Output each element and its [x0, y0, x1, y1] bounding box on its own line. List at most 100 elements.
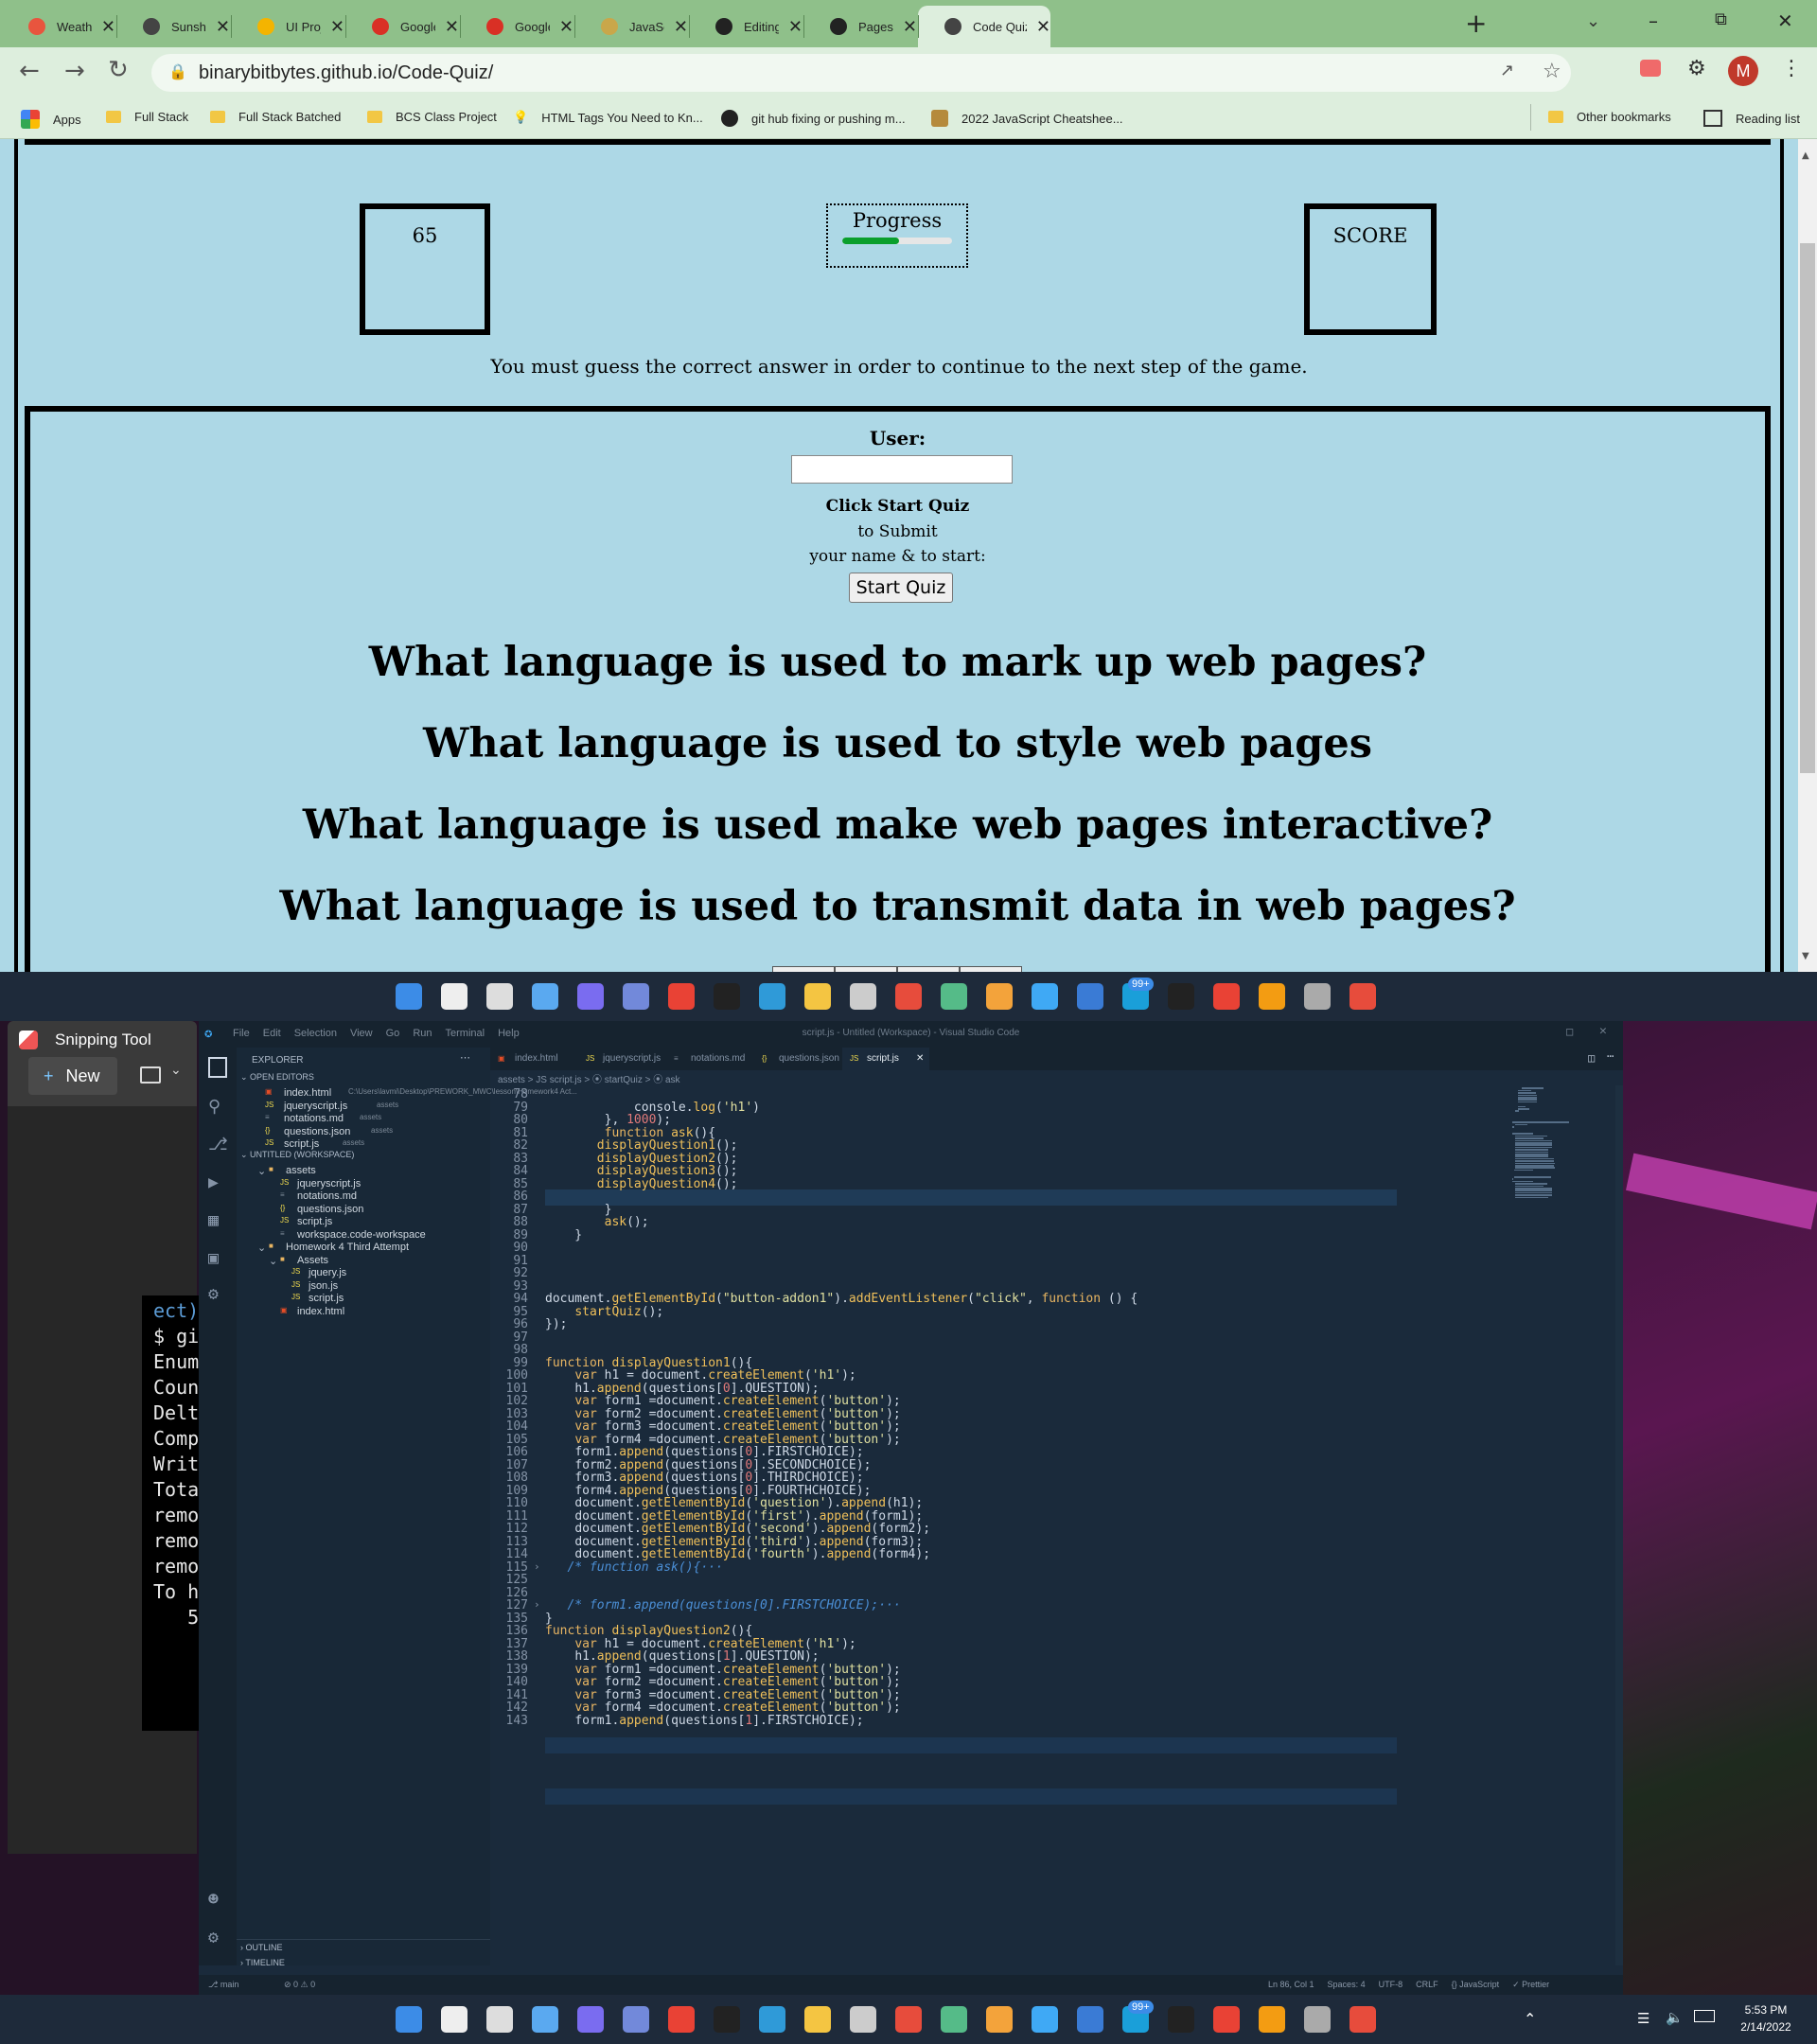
- close-window-icon[interactable]: ✕: [1777, 9, 1793, 32]
- taskbar-app-icon[interactable]: [1213, 2006, 1240, 2033]
- back-icon[interactable]: ←: [19, 57, 40, 85]
- taskbar-app-icon[interactable]: [396, 2006, 422, 2033]
- taskbar-app-icon[interactable]: [1168, 983, 1194, 1010]
- browser-tab[interactable]: Google Docs ✕: [345, 6, 459, 47]
- taskbar-app-icon[interactable]: [668, 2006, 695, 2033]
- browser-tab[interactable]: Google Docs ✕: [460, 6, 573, 47]
- bookmark-item[interactable]: Full Stack: [106, 110, 188, 124]
- minimap[interactable]: [1512, 1085, 1612, 1965]
- editor-tab[interactable]: JS jqueryscript.js: [578, 1048, 665, 1070]
- minimize-icon[interactable]: –: [1649, 9, 1658, 32]
- taskbar-app-icon[interactable]: [804, 983, 831, 1010]
- scroll-up-icon[interactable]: ▲: [1802, 150, 1809, 161]
- new-snip-button[interactable]: + New: [28, 1057, 117, 1095]
- close-icon[interactable]: ✕: [674, 17, 688, 37]
- page-scrollbar[interactable]: ▲ ▼: [1798, 139, 1817, 972]
- other-bookmarks[interactable]: Other bookmarks: [1548, 110, 1671, 124]
- fold-chevron-icon[interactable]: ›: [534, 1598, 540, 1611]
- fold-chevron-icon[interactable]: ›: [534, 1560, 540, 1573]
- browser-tab[interactable]: Pages ✕: [803, 6, 917, 47]
- forward-icon[interactable]: →: [64, 57, 85, 85]
- extensions-icon[interactable]: ⚙: [1687, 57, 1706, 80]
- taskbar-app-icon[interactable]: [804, 2006, 831, 2033]
- taskbar-app-icon[interactable]: [577, 2006, 604, 2033]
- editor-scrollbar[interactable]: [1615, 1085, 1623, 1965]
- restore-icon[interactable]: □: [1566, 1025, 1573, 1038]
- source-control-icon[interactable]: ⎇: [208, 1135, 228, 1154]
- status-item[interactable]: Spaces: 4: [1328, 1980, 1366, 1990]
- new-tab-icon[interactable]: +: [1465, 8, 1487, 39]
- more-icon[interactable]: ⋯: [460, 1051, 470, 1064]
- editor-tab[interactable]: {} questions.json: [754, 1048, 841, 1070]
- remote-icon[interactable]: ▣: [208, 1248, 219, 1268]
- taskbar-app-icon[interactable]: [1213, 983, 1240, 1010]
- open-editors-header[interactable]: ⌄ OPEN EDITORS: [240, 1072, 314, 1083]
- taskbar-app-icon[interactable]: [396, 983, 422, 1010]
- close-icon[interactable]: ✕: [916, 1048, 924, 1070]
- close-icon[interactable]: ✕: [1599, 1024, 1607, 1038]
- taskbar-app-icon[interactable]: [941, 2006, 967, 2033]
- profile-avatar[interactable]: M: [1728, 56, 1758, 86]
- reload-icon[interactable]: ↻: [108, 56, 129, 84]
- status-item[interactable]: Ln 86, Col 1: [1268, 1980, 1314, 1990]
- workspace-header[interactable]: ⌄ UNTITLED (WORKSPACE): [240, 1150, 354, 1160]
- scrollbar-thumb[interactable]: [1800, 243, 1815, 773]
- taskbar-app-icon[interactable]: [441, 2006, 467, 2033]
- taskbar-app-icon[interactable]: [1168, 2006, 1194, 2033]
- bookmark-item[interactable]: 2022 JavaScript Cheatshee...: [931, 110, 1123, 127]
- status-item[interactable]: ✓ Prettier: [1512, 1980, 1549, 1990]
- bookmark-apps[interactable]: Apps: [21, 110, 81, 129]
- taskbar-app-icon[interactable]: [1032, 2006, 1058, 2033]
- manage-gear-icon[interactable]: ⚙: [208, 1928, 219, 1947]
- bookmark-item[interactable]: 💡 HTML Tags You Need to Kn...: [513, 110, 703, 125]
- bookmark-item[interactable]: BCS Class Project: [367, 110, 497, 124]
- taskbar-app-icon[interactable]: [1077, 2006, 1103, 2033]
- volume-icon[interactable]: 🔈: [1666, 2009, 1684, 2026]
- close-icon[interactable]: ✕: [101, 17, 115, 37]
- taskbar-app-icon[interactable]: [986, 983, 1013, 1010]
- address-bar[interactable]: 🔒 binarybitbytes.github.io/Code-Quiz/ ☆ …: [151, 54, 1571, 92]
- taskbar-app-icon[interactable]: [895, 983, 922, 1010]
- url-text[interactable]: binarybitbytes.github.io/Code-Quiz/: [199, 62, 493, 84]
- taskbar-app-icon[interactable]: [759, 983, 785, 1010]
- status-item[interactable]: CRLF: [1416, 1980, 1438, 1990]
- browser-tab[interactable]: Code Quiz ✕: [918, 6, 1050, 47]
- editor-tab[interactable]: ▣ index.html: [490, 1048, 577, 1070]
- breadcrumb[interactable]: assets > JS script.js > ⦿ startQuiz > ⦿ …: [498, 1071, 680, 1085]
- explorer-icon[interactable]: [208, 1057, 227, 1078]
- tab-search-icon[interactable]: ⌄: [1586, 11, 1600, 31]
- branch-indicator[interactable]: ⎇ main: [208, 1980, 238, 1990]
- chevron-down-icon[interactable]: ⌄: [170, 1063, 182, 1078]
- close-icon[interactable]: ✕: [1036, 17, 1050, 37]
- taskbar-app-icon[interactable]: [1350, 2006, 1376, 2033]
- close-icon[interactable]: ✕: [445, 17, 459, 37]
- taskbar-app-icon[interactable]: [1304, 2006, 1331, 2033]
- taskbar-app-icon[interactable]: [1304, 983, 1331, 1010]
- taskbar-app-icon[interactable]: [1259, 983, 1285, 1010]
- taskbar-app-icon[interactable]: [623, 983, 649, 1010]
- share-icon[interactable]: ↗: [1500, 61, 1514, 80]
- taskbar-app-icon[interactable]: [623, 2006, 649, 2033]
- taskbar-app-icon[interactable]: [577, 983, 604, 1010]
- close-icon[interactable]: ✕: [903, 17, 917, 37]
- taskbar-app-icon[interactable]: [1350, 983, 1376, 1010]
- taskbar-app-icon[interactable]: [1259, 2006, 1285, 2033]
- close-icon[interactable]: ✕: [216, 17, 230, 37]
- browser-tab[interactable]: Sunshine ✕: [116, 6, 230, 47]
- taskbar-app-icon[interactable]: [486, 2006, 513, 2033]
- record-icon[interactable]: [1640, 60, 1661, 77]
- taskbar-app-icon[interactable]: [850, 983, 876, 1010]
- browser-tab[interactable]: Editing Code ✕: [689, 6, 803, 47]
- timeline-section[interactable]: › TIMELINE: [240, 1958, 285, 1967]
- taskbar-app-icon[interactable]: [532, 983, 558, 1010]
- close-icon[interactable]: ✕: [788, 17, 803, 37]
- status-item[interactable]: {} JavaScript: [1452, 1980, 1500, 1990]
- settings-sync-icon[interactable]: ⚙: [208, 1284, 219, 1304]
- editor-tab[interactable]: JS script.js ✕: [842, 1048, 929, 1071]
- close-icon[interactable]: ✕: [330, 17, 344, 37]
- bookmark-item[interactable]: git hub fixing or pushing m...: [721, 110, 906, 127]
- reading-list[interactable]: Reading list: [1703, 110, 1800, 127]
- browser-tab[interactable]: JavaScript, a ✕: [574, 6, 688, 47]
- close-icon[interactable]: ✕: [559, 17, 573, 37]
- taskbar-app-icon[interactable]: [714, 2006, 740, 2033]
